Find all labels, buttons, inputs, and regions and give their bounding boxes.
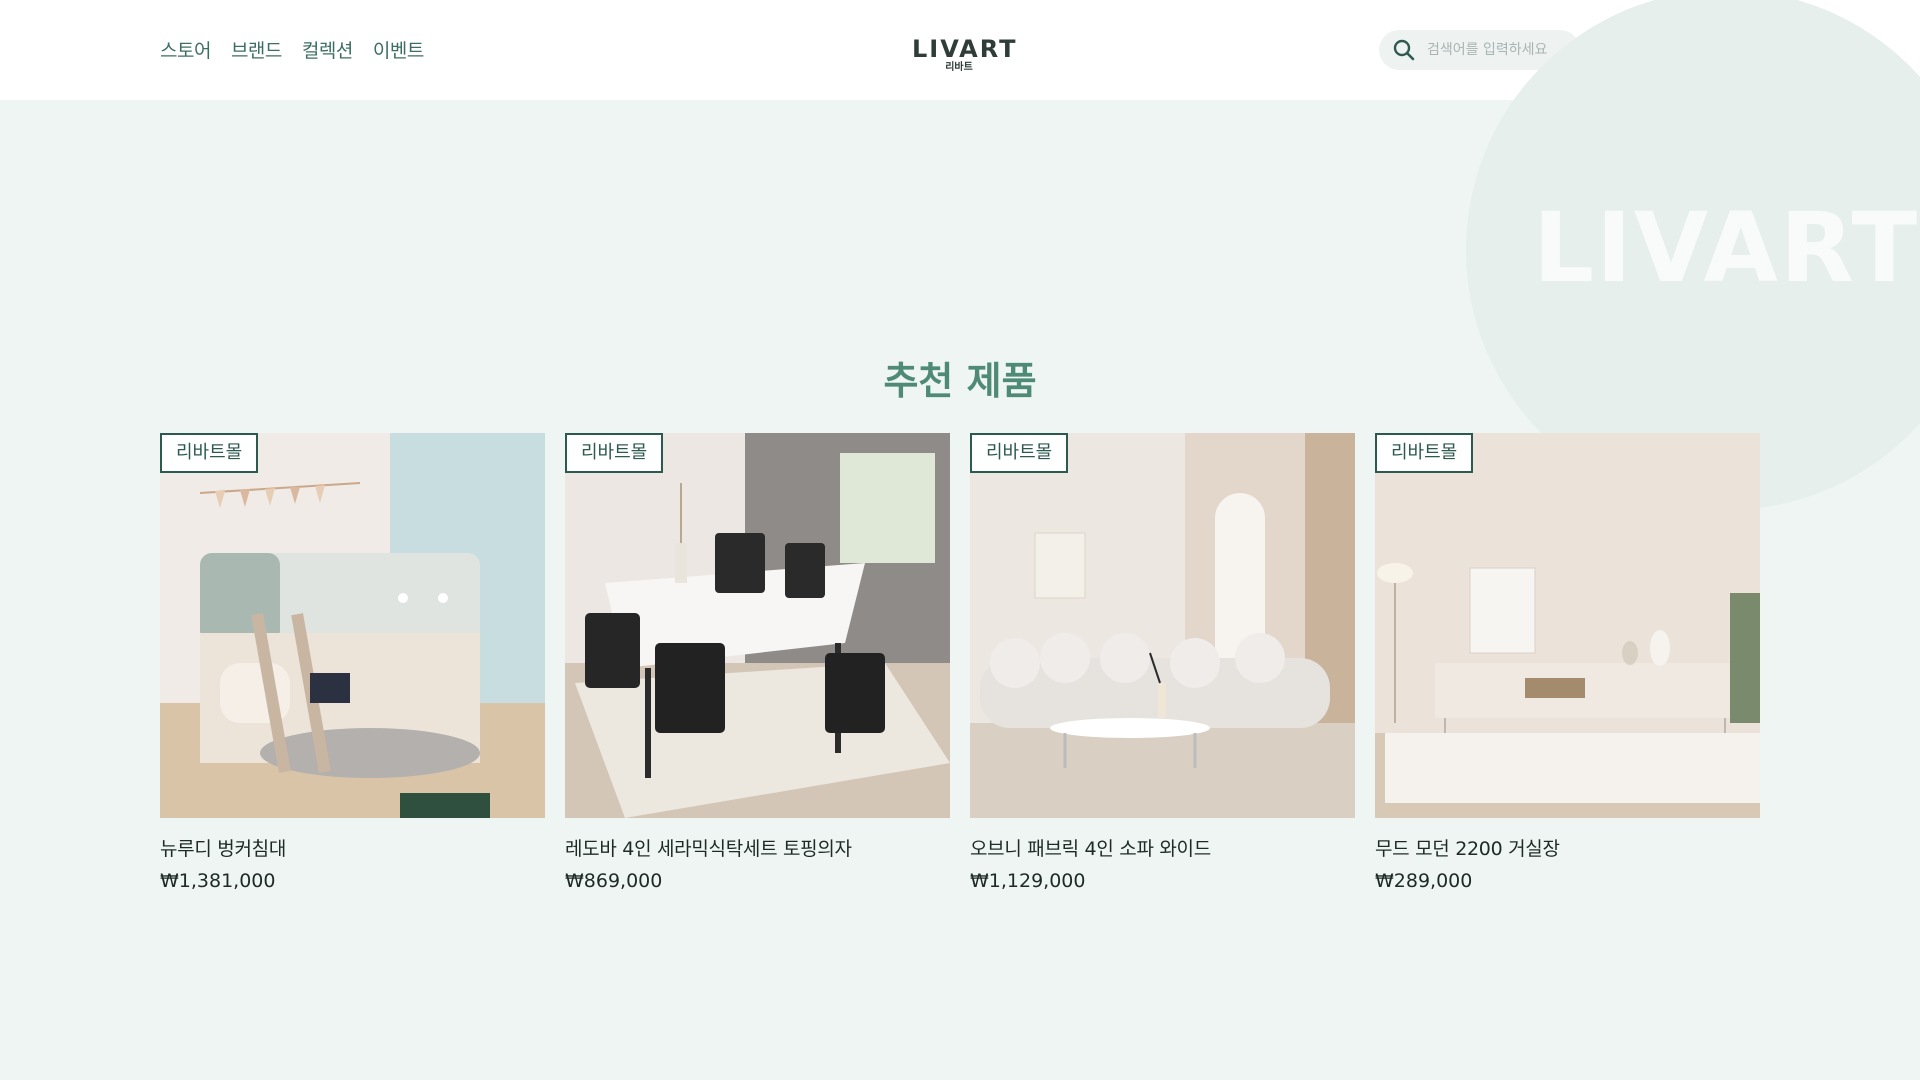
search-input[interactable] [1427,42,1567,58]
product-name[interactable]: 뉴루디 벙커침대 [160,834,545,861]
nav-collection[interactable]: 컬렉션 [302,36,353,63]
product-price: ₩869,000 [565,870,663,892]
product-card[interactable]: 리바트몰 오브니 패브릭 4인 소파 와이드 ₩1,129,000 [970,433,1355,892]
product-price: ₩289,000 [1375,870,1473,892]
dining-set-image [565,433,950,818]
product-image[interactable]: 리바트몰 [970,433,1355,818]
nav-brand[interactable]: 브랜드 [231,36,282,63]
logo[interactable]: LIVART 리바트 [912,35,1018,74]
product-price: ₩1,381,000 [160,870,276,892]
main-nav: 스토어 브랜드 컬렉션 이벤트 [160,36,424,63]
search-icon[interactable] [1391,37,1417,63]
brand-watermark: LIVART [1533,192,1920,304]
product-card[interactable]: 리바트몰 뉴루디 벙커침대 ₩1,381,000 [160,433,545,892]
section-title: 추천 제품 [883,359,1037,403]
product-badge: 리바트몰 [970,433,1069,473]
product-name[interactable]: 무드 모던 2200 거실장 [1375,834,1760,861]
product-badge: 리바트몰 [1375,433,1474,473]
product-image[interactable]: 리바트몰 [160,433,545,818]
product-name[interactable]: 레도바 4인 세라믹식탁세트 토핑의자 [565,834,950,861]
logo-text: LIVART [912,35,1018,63]
nav-event[interactable]: 이벤트 [373,36,424,63]
product-badge: 리바트몰 [565,433,664,473]
sofa-image [970,433,1355,818]
bunk-bed-image [160,433,545,818]
product-card[interactable]: 리바트몰 무드 모던 2200 거실장 ₩289,000 [1375,433,1760,892]
tv-stand-image [1375,433,1760,818]
logo-subtext: 리바트 [945,62,973,73]
product-price: ₩1,129,000 [970,870,1086,892]
product-badge: 리바트몰 [160,433,259,473]
product-image[interactable]: 리바트몰 [565,433,950,818]
product-card[interactable]: 리바트몰 레도바 4인 세라믹식탁세트 토핑의자 ₩869,000 [565,433,950,892]
product-image[interactable]: 리바트몰 [1375,433,1760,818]
product-name[interactable]: 오브니 패브릭 4인 소파 와이드 [970,834,1355,861]
nav-store[interactable]: 스토어 [160,36,211,63]
